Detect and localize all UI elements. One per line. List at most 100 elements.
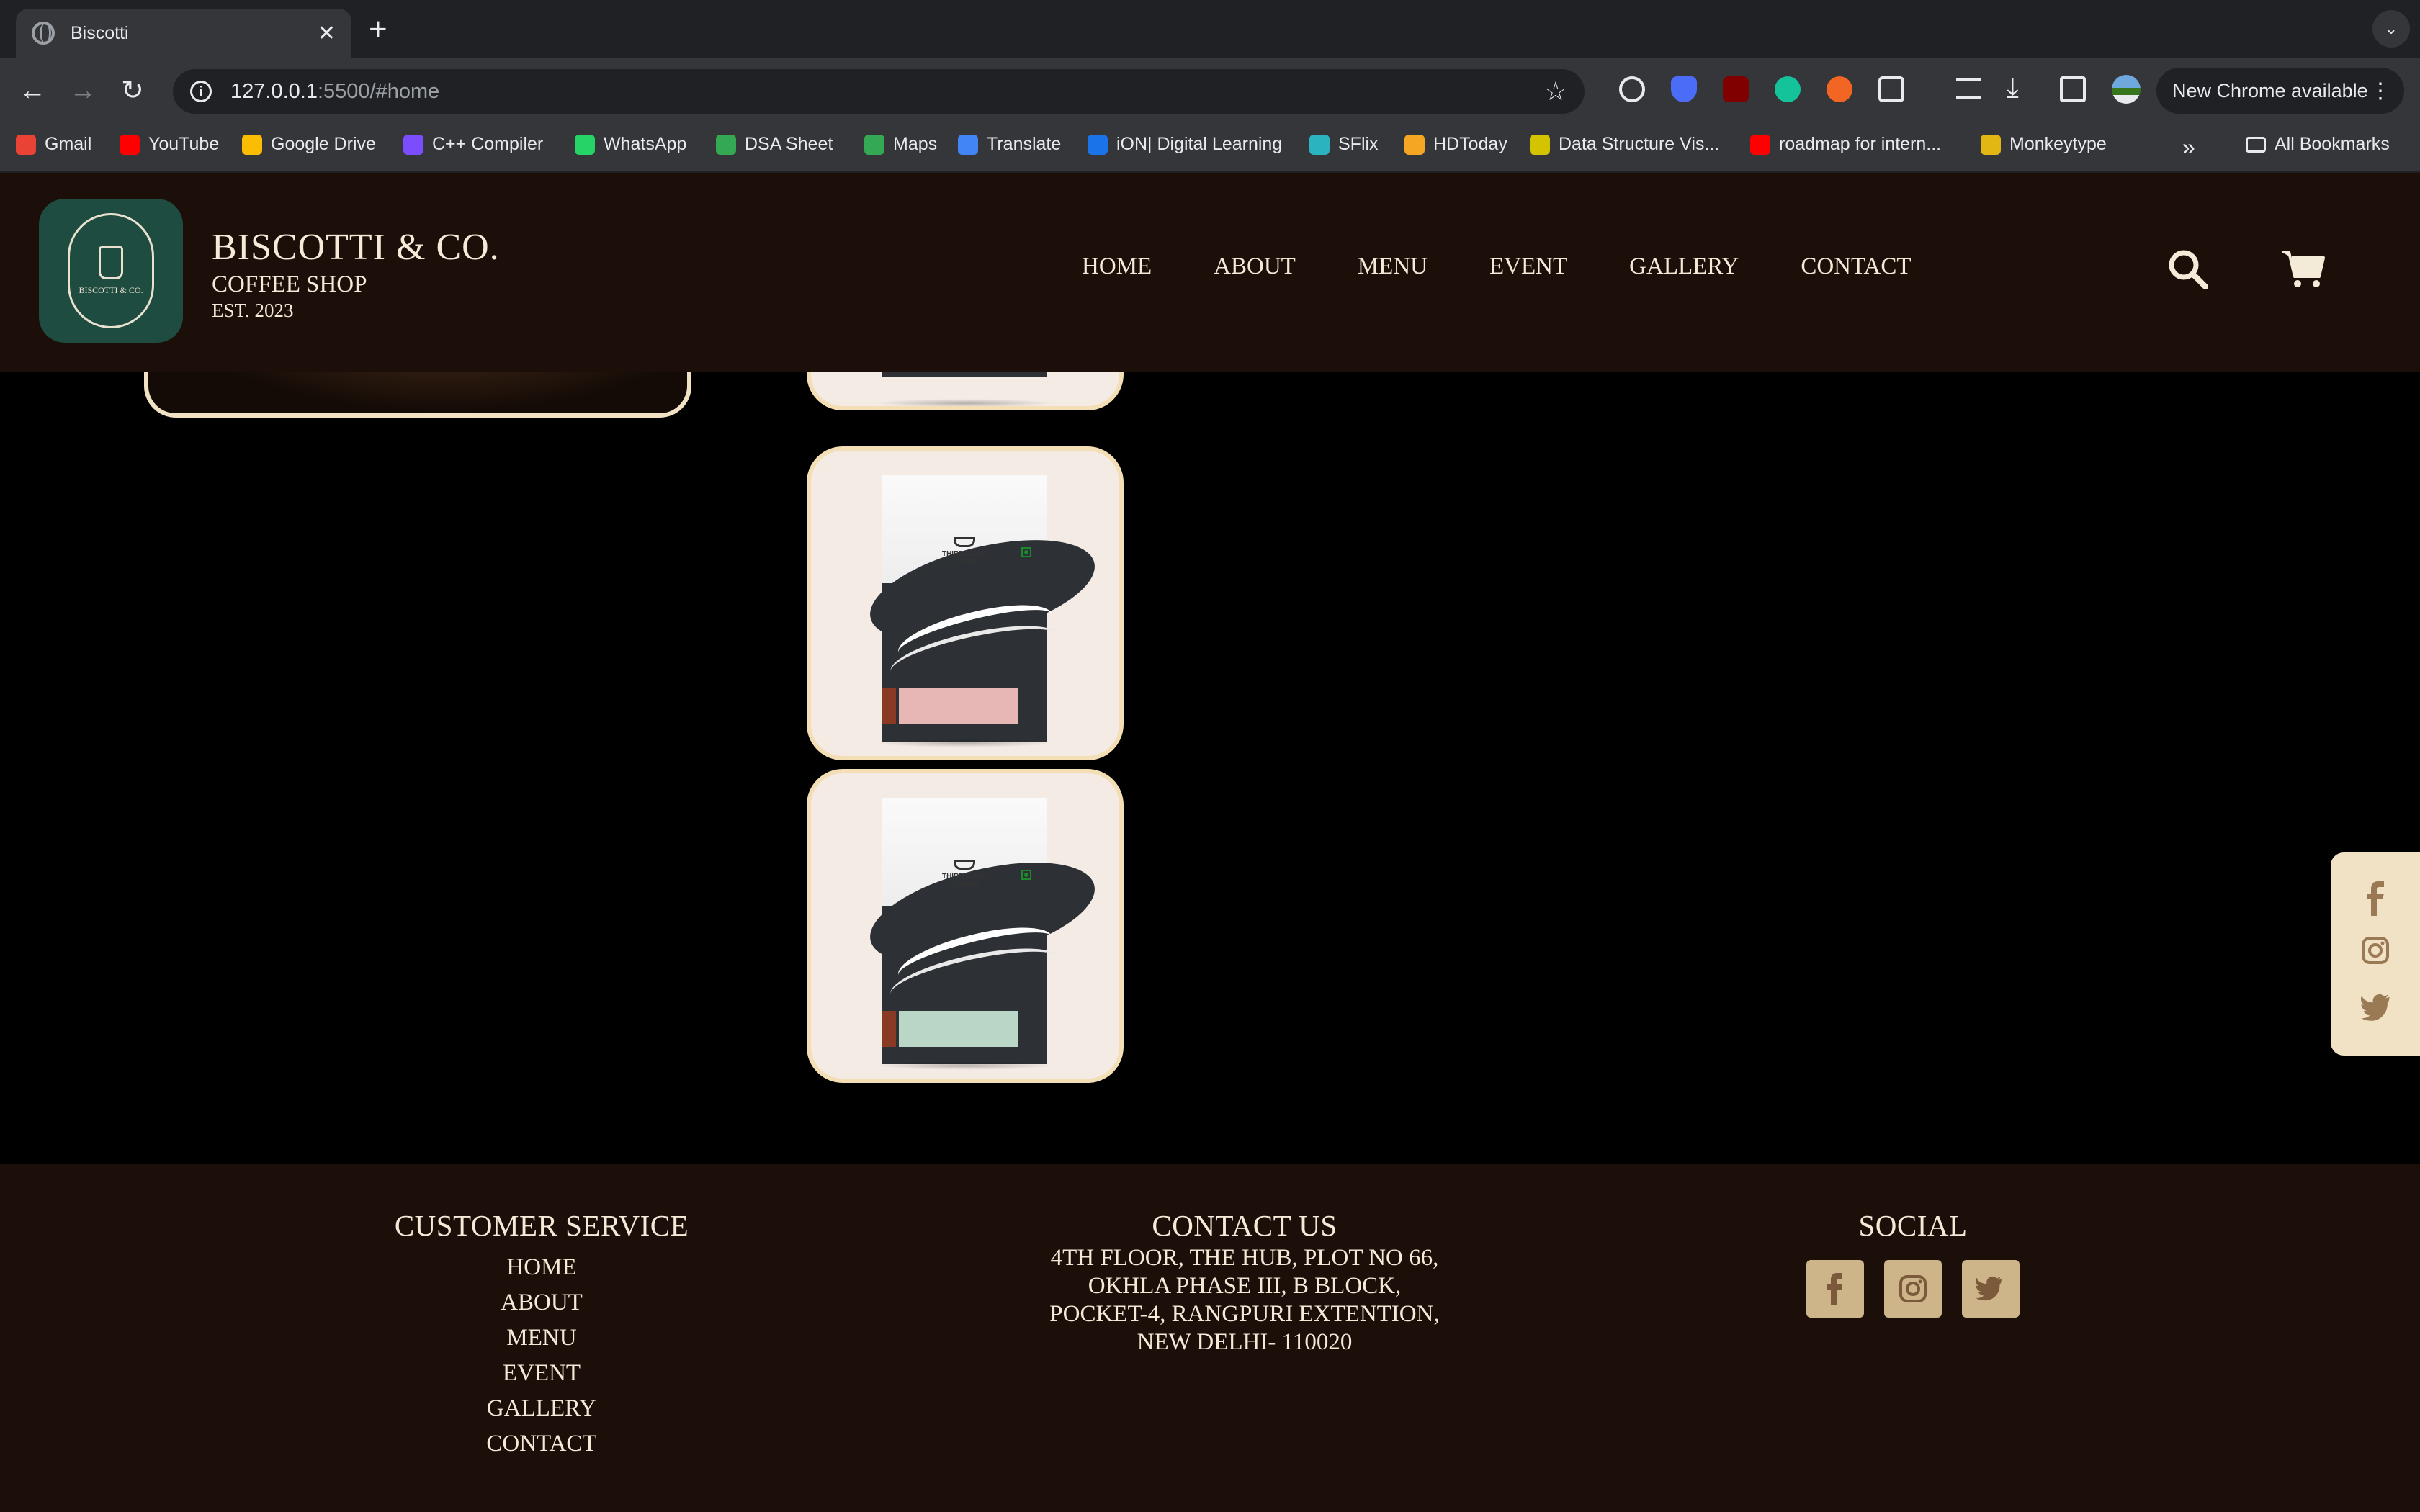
coffee-bag-image: THIRD WAVE COFFEE	[860, 475, 1105, 742]
brand-established: EST. 2023	[212, 300, 294, 321]
search-icon[interactable]	[2166, 248, 2210, 291]
address-line: NEW DELHI- 110020	[1137, 1329, 1353, 1355]
bookmark-item[interactable]: C++ Compiler	[403, 134, 543, 155]
bookmark-item[interactable]: Maps	[864, 134, 937, 155]
all-bookmarks-folder[interactable]: All Bookmarks	[2246, 134, 2390, 155]
bookmark-item[interactable]: Gmail	[16, 134, 91, 155]
url-text[interactable]: 127.0.0.1:5500/#home	[230, 80, 1544, 104]
bookmarks-bar: Monkeytype roadmap for intern... Data Stru…	[0, 124, 2420, 173]
footer-twitter-button[interactable]	[1962, 1260, 2020, 1318]
bookmark-favicon-icon	[864, 134, 884, 155]
cart-icon[interactable]	[2280, 248, 2326, 291]
brand-subtitle: COFFEE SHOP	[212, 271, 367, 297]
bookmark-item[interactable]: Google Drive	[242, 134, 376, 155]
coffee-cup-icon	[99, 246, 123, 279]
customer-service-column: CUSTOMER SERVICE HOME ABOUT MENU EVENT G…	[393, 1208, 690, 1462]
more-menu-icon[interactable]: ⋮	[2370, 78, 2391, 104]
bookmark-label: WhatsApp	[604, 134, 687, 154]
bookmark-label: Gmail	[45, 134, 92, 154]
footer-link-contact[interactable]: CONTACT	[393, 1426, 690, 1462]
site-logo[interactable]: BISCOTTI & CO.	[39, 199, 183, 343]
nav-menu[interactable]: MENU	[1358, 253, 1428, 280]
nav-contact[interactable]: CONTACT	[1801, 253, 1911, 280]
tab-search-button[interactable]: ⌄	[2372, 10, 2410, 48]
coffee-bag-image: THIRD WAVE COFFEE	[860, 798, 1105, 1064]
bookmark-item[interactable]: iON| Digital Learning	[1088, 134, 1282, 155]
social-title: SOCIAL	[1858, 1209, 1968, 1242]
logo-arch: BISCOTTI & CO.	[68, 213, 154, 328]
twitter-icon[interactable]	[2361, 994, 2393, 1021]
bookmark-favicon-icon	[242, 134, 262, 155]
footer-link-event[interactable]: EVENT	[393, 1356, 690, 1391]
bookmark-favicon-icon	[1309, 134, 1330, 155]
download-icon[interactable]: ⤓	[2007, 71, 2019, 105]
bookmark-item[interactable]: Monkeytype	[1981, 134, 2107, 155]
bookmark-item[interactable]: SFlix	[1309, 134, 1379, 155]
profile-avatar[interactable]	[2112, 75, 2141, 104]
footer-instagram-button[interactable]	[1884, 1260, 1942, 1318]
bookmark-favicon-icon	[1530, 134, 1550, 155]
bookmark-label: roadmap for intern...	[1779, 134, 1942, 154]
social-column: SOCIAL	[1776, 1208, 2050, 1318]
bookmark-item[interactable]: Translate	[958, 134, 1061, 155]
bookmark-label: HDToday	[1433, 134, 1507, 154]
extensions-puzzle-icon[interactable]	[1878, 76, 1904, 102]
browser-tab-bar: Biscotti ✕ + ⌄	[0, 0, 2420, 58]
nav-gallery[interactable]: GALLERY	[1629, 253, 1739, 280]
address-bar[interactable]: i 127.0.0.1:5500/#home ☆	[173, 69, 1585, 114]
new-tab-button[interactable]: +	[369, 12, 387, 48]
footer-link-home[interactable]: HOME	[393, 1250, 690, 1285]
nav-home[interactable]: HOME	[1082, 253, 1152, 280]
bookmark-label: Maps	[893, 134, 938, 154]
bookmark-label: iON| Digital Learning	[1116, 134, 1283, 154]
bookmark-item[interactable]: HDToday	[1404, 134, 1507, 155]
site-info-icon[interactable]: i	[190, 81, 212, 102]
site-header: BISCOTTI & CO. BISCOTTI & CO. COFFEE SHO…	[0, 173, 2420, 372]
bookmark-favicon-icon	[16, 134, 36, 155]
close-tab-icon[interactable]: ✕	[318, 21, 336, 46]
twitter-icon	[1976, 1276, 2002, 1301]
footer-link-about[interactable]: ABOUT	[393, 1285, 690, 1320]
back-icon[interactable]: ←	[19, 73, 46, 108]
more-bookmarks-icon[interactable]: »	[2182, 134, 2195, 161]
bookmark-item[interactable]: roadmap for intern...	[1750, 134, 1941, 155]
brand-block: BISCOTTI & CO. COFFEE SHOP EST. 2023	[212, 226, 500, 322]
bookmark-item[interactable]: WhatsApp	[575, 134, 686, 155]
speed-extension-icon[interactable]	[1619, 76, 1645, 102]
product-card[interactable]: THIRD WAVE COFFEE	[807, 769, 1124, 1083]
new-chrome-available-button[interactable]: New Chrome available ⋮	[2156, 68, 2404, 114]
bookmark-item[interactable]: DSA Sheet	[716, 134, 833, 155]
bookmark-item[interactable]: Data Structure Vis...	[1530, 134, 1719, 155]
contact-column: CONTACT US 4TH FLOOR, THE HUB, PLOT NO 6…	[1023, 1208, 1466, 1356]
bookmark-item[interactable]: YouTube	[120, 134, 219, 155]
instagram-icon	[1899, 1275, 1927, 1302]
footer-link-gallery[interactable]: GALLERY	[393, 1391, 690, 1426]
globe-icon	[32, 22, 55, 45]
logo-text: BISCOTTI & CO.	[79, 284, 143, 295]
grammarly-extension-icon[interactable]	[1775, 76, 1801, 102]
orange-extension-icon[interactable]	[1827, 76, 1852, 102]
reload-icon[interactable]: ↻	[121, 73, 144, 108]
ublock-extension-icon[interactable]	[1723, 76, 1749, 102]
footer-link-menu[interactable]: MENU	[393, 1320, 690, 1356]
product-card[interactable]: THIRD WAVE COFFEE	[807, 446, 1124, 760]
bag-label	[899, 1011, 1018, 1047]
side-panel-icon[interactable]	[2060, 76, 2086, 102]
tab-title: Biscotti	[71, 22, 129, 43]
bookmark-label: SFlix	[1338, 134, 1379, 154]
bookmark-star-icon[interactable]: ☆	[1544, 76, 1567, 107]
bookmark-favicon-icon	[403, 134, 424, 155]
shield-extension-icon[interactable]	[1671, 76, 1697, 102]
contact-title: CONTACT US	[1152, 1209, 1337, 1242]
bag-brand: THIRD WAVE COFFEE	[932, 537, 997, 567]
bookmark-label: Translate	[987, 134, 1062, 154]
nav-event[interactable]: EVENT	[1489, 253, 1567, 280]
instagram-icon[interactable]	[2361, 936, 2390, 965]
forward-icon[interactable]: →	[69, 73, 97, 108]
media-control-icon[interactable]	[1956, 78, 1981, 99]
footer-facebook-button[interactable]	[1806, 1260, 1864, 1318]
nav-about[interactable]: ABOUT	[1214, 253, 1296, 280]
facebook-icon[interactable]	[2361, 881, 2390, 916]
browser-tab[interactable]: Biscotti ✕	[16, 9, 351, 58]
brand-name: BISCOTTI & CO.	[212, 227, 500, 268]
